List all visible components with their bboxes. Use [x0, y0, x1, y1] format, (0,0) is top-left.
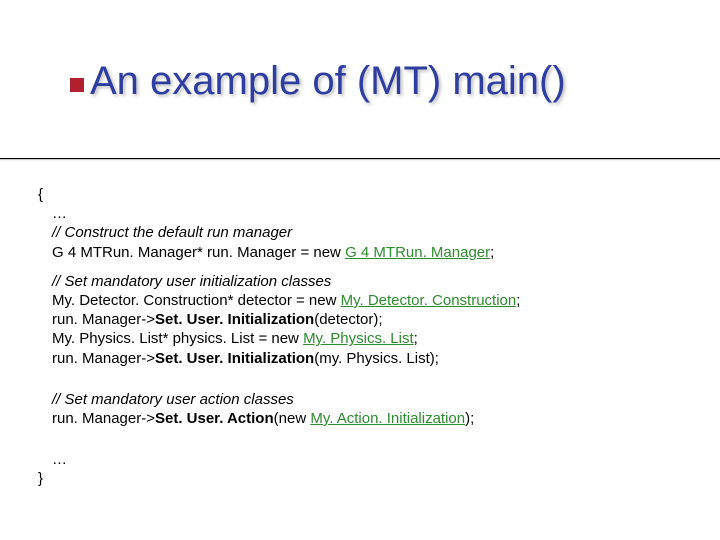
code-line: My. Physics. List* physics. List = new M… — [52, 329, 690, 348]
type-name: G 4 MTRun. Manager — [345, 244, 490, 261]
method-name: Set. User. Initialization — [155, 350, 314, 367]
type-name: My. Physics. List — [303, 330, 414, 347]
bullet-square-icon — [70, 78, 84, 92]
code-line: … — [52, 204, 690, 223]
code-line: My. Detector. Construction* detector = n… — [52, 291, 690, 310]
code-body: { … // Construct the default run manager… — [38, 185, 690, 488]
code-line: { — [38, 185, 690, 204]
horizontal-rule — [0, 158, 720, 159]
code-line: run. Manager->Set. User. Initialization(… — [52, 349, 690, 368]
code-text: G 4 MTRun. Manager* run. Manager = new — [52, 244, 345, 261]
title-row: An example of (MT) main() — [70, 60, 690, 102]
code-text: run. Manager-> — [52, 311, 155, 328]
code-text: run. Manager-> — [52, 410, 155, 427]
code-text: run. Manager-> — [52, 350, 155, 367]
code-line: run. Manager->Set. User. Initialization(… — [52, 310, 690, 329]
code-text: ; — [414, 330, 418, 347]
code-line: G 4 MTRun. Manager* run. Manager = new G… — [52, 243, 690, 262]
code-line: … — [52, 450, 690, 469]
method-name: Set. User. Initialization — [155, 311, 314, 328]
method-name: Set. User. Action — [155, 410, 274, 427]
code-text: (my. Physics. List); — [314, 350, 439, 367]
code-text: ; — [516, 292, 520, 309]
code-line: } — [38, 469, 690, 488]
code-text: ); — [465, 410, 474, 427]
code-line: run. Manager->Set. User. Action(new My. … — [52, 409, 690, 428]
code-text: My. Physics. List* physics. List = new — [52, 330, 303, 347]
slide-title: An example of (MT) main() — [90, 60, 566, 102]
comment-line: // Set mandatory user action classes — [52, 390, 690, 409]
comment-line: // Construct the default run manager — [52, 223, 690, 242]
code-text: (new — [274, 410, 311, 427]
code-text: My. Detector. Construction* detector = n… — [52, 292, 341, 309]
comment-line: // Set mandatory user initialization cla… — [52, 272, 690, 291]
code-text: (detector); — [314, 311, 382, 328]
type-name: My. Detector. Construction — [341, 292, 517, 309]
code-text: ; — [490, 244, 494, 261]
type-name: My. Action. Initialization — [310, 410, 465, 427]
slide: An example of (MT) main() { … // Constru… — [0, 0, 720, 540]
